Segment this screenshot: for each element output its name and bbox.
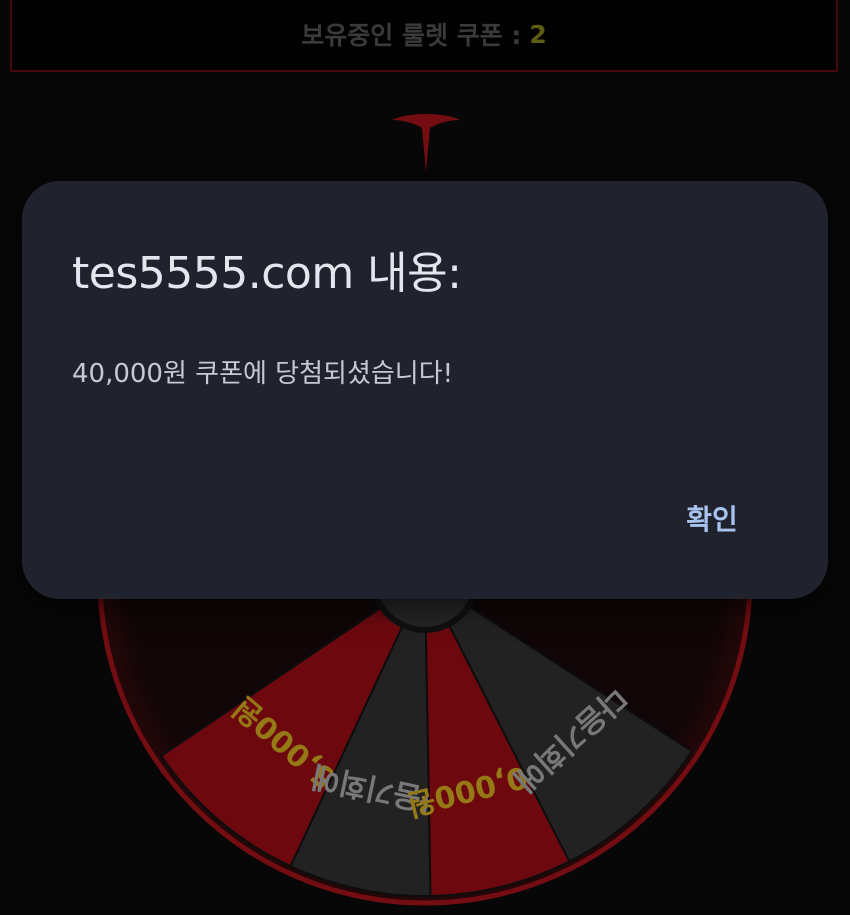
alert-dialog: tes5555.com 내용: 40,000원 쿠폰에 당첨되셨습니다! 확인 (22, 181, 828, 599)
dialog-title: tes5555.com 내용: (72, 248, 462, 299)
dialog-message: 40,000원 쿠폰에 당첨되셨습니다! (72, 359, 454, 389)
confirm-button[interactable]: 확인 (662, 493, 762, 543)
